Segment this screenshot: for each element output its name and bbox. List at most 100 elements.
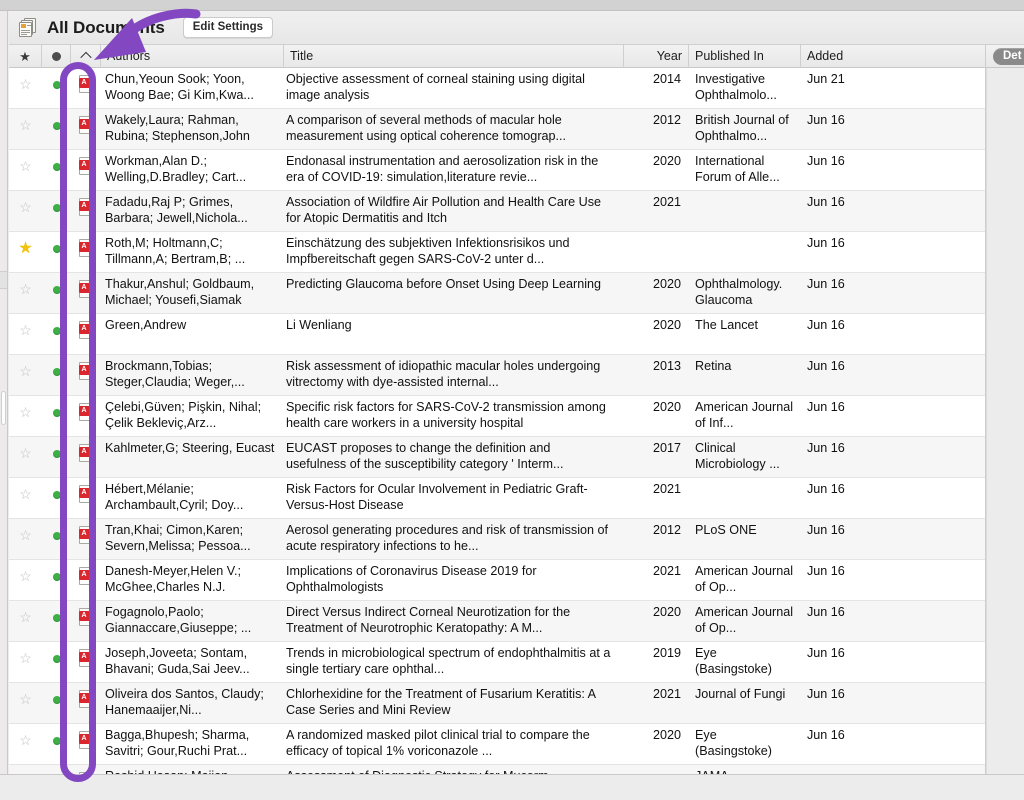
row-read-status[interactable] <box>42 601 71 641</box>
row-title: Association of Wildfire Air Pollution an… <box>284 191 624 231</box>
table-row[interactable]: ☆ A Çelebi,Güven; Pişkin, Nihal; Çelik Bek… <box>9 396 985 437</box>
sidebar-resize-handle[interactable] <box>1 391 6 425</box>
row-star-toggle[interactable]: ☆ <box>9 355 42 395</box>
table-row[interactable]: ☆ A Oliveira dos Santos, Claudy; Hanemaaij… <box>9 683 985 724</box>
row-read-status[interactable] <box>42 68 71 108</box>
column-header-authors[interactable]: Authors <box>101 45 284 68</box>
table-row[interactable]: ☆ A Fadadu,Raj P; Grimes, Barbara; Jewell,… <box>9 191 985 232</box>
row-added-text: Jun 16 <box>807 441 845 455</box>
row-read-status[interactable] <box>42 273 71 313</box>
row-star-toggle[interactable]: ☆ <box>9 642 42 682</box>
row-read-status[interactable] <box>42 642 71 682</box>
row-star-toggle[interactable]: ☆ <box>9 724 42 764</box>
row-star-toggle[interactable]: ☆ <box>9 314 42 354</box>
row-attachment[interactable]: A <box>71 150 101 190</box>
table-row[interactable]: ☆ A Wakely,Laura; Rahman, Rubina; Stephens… <box>9 109 985 150</box>
table-row[interactable]: ★ A Roth,M; Holtmann,C; Tillmann,A; Bertra… <box>9 232 985 273</box>
row-star-toggle[interactable]: ★ <box>9 232 42 272</box>
row-title: Implications of Coronavirus Disease 2019… <box>284 560 624 600</box>
row-added-text: Jun 16 <box>807 113 845 127</box>
column-header-year[interactable]: Year <box>624 45 689 68</box>
row-read-status[interactable] <box>42 683 71 723</box>
row-attachment[interactable]: A <box>71 437 101 477</box>
table-row[interactable]: ☆ A Bagga,Bhupesh; Sharma, Savitri; Gour,R… <box>9 724 985 765</box>
row-star-toggle[interactable]: ☆ <box>9 273 42 313</box>
row-star-toggle[interactable]: ☆ <box>9 68 42 108</box>
row-added-text: Jun 16 <box>807 318 845 332</box>
row-attachment[interactable]: A <box>71 314 101 354</box>
table-row[interactable]: ☆ A Joseph,Joveeta; Sontam, Bhavani; Guda,… <box>9 642 985 683</box>
column-header-title[interactable]: Title <box>284 45 624 68</box>
row-title: Endonasal instrumentation and aerosoliza… <box>284 150 624 190</box>
pdf-file-icon: A <box>78 526 94 544</box>
row-read-status[interactable] <box>42 437 71 477</box>
row-attachment[interactable]: A <box>71 519 101 559</box>
row-title-text: Specific risk factors for SARS-CoV-2 tra… <box>286 400 606 430</box>
row-star-toggle[interactable]: ☆ <box>9 478 42 518</box>
row-attachment[interactable]: A <box>71 191 101 231</box>
row-added-text: Jun 16 <box>807 236 845 250</box>
row-read-status[interactable] <box>42 478 71 518</box>
row-attachment[interactable]: A <box>71 68 101 108</box>
row-read-status[interactable] <box>42 191 71 231</box>
table-row[interactable]: ☆ A Thakur,Anshul; Goldbaum, Michael; Yous… <box>9 273 985 314</box>
table-row[interactable]: ☆ A Workman,Alan D.; Welling,D.Bradley; Ca… <box>9 150 985 191</box>
column-header-sort[interactable] <box>71 45 101 68</box>
table-row[interactable]: ☆ A Kahlmeter,G; Steering, Eucast EUCAST pr… <box>9 437 985 478</box>
row-title: Einschätzung des subjektiven Infektionsr… <box>284 232 624 272</box>
row-attachment[interactable]: A <box>71 109 101 149</box>
row-attachment[interactable]: A <box>71 273 101 313</box>
row-star-toggle[interactable]: ☆ <box>9 519 42 559</box>
row-attachment[interactable]: A <box>71 601 101 641</box>
row-read-status[interactable] <box>42 150 71 190</box>
table-row[interactable]: ☆ A Tran,Khai; Cimon,Karen; Severn,Melissa… <box>9 519 985 560</box>
tab-details[interactable]: Det <box>993 47 1024 65</box>
row-star-toggle[interactable]: ☆ <box>9 560 42 600</box>
table-row[interactable]: ☆ A Hébert,Mélanie; Archambault,Cyril; Doy… <box>9 478 985 519</box>
row-read-status[interactable] <box>42 109 71 149</box>
table-row[interactable]: ☆ A Green,Andrew Li Wenliang 2020 The Lancet J… <box>9 314 985 355</box>
star-filled-icon: ★ <box>18 240 33 257</box>
row-star-toggle[interactable]: ☆ <box>9 396 42 436</box>
row-attachment[interactable]: A <box>71 396 101 436</box>
row-star-toggle[interactable]: ☆ <box>9 437 42 477</box>
row-attachment[interactable]: A <box>71 642 101 682</box>
row-star-toggle[interactable]: ☆ <box>9 150 42 190</box>
row-attachment[interactable]: A <box>71 355 101 395</box>
row-star-toggle[interactable]: ☆ <box>9 191 42 231</box>
row-read-status[interactable] <box>42 314 71 354</box>
row-title-text: Direct Versus Indirect Corneal Neurotiza… <box>286 605 571 635</box>
column-header-published-in[interactable]: Published In <box>689 45 801 68</box>
row-read-status[interactable] <box>42 232 71 272</box>
row-read-status[interactable] <box>42 396 71 436</box>
row-added: Jun 16 <box>801 560 985 600</box>
row-read-status[interactable] <box>42 560 71 600</box>
row-authors-text: Green,Andrew <box>105 318 187 332</box>
row-attachment[interactable]: A <box>71 560 101 600</box>
row-attachment[interactable]: A <box>71 232 101 272</box>
table-row[interactable]: ☆ A Chun,Yeoun Sook; Yoon, Woong Bae; Gi K… <box>9 68 985 109</box>
row-year: 2021 <box>624 683 689 723</box>
row-star-toggle[interactable]: ☆ <box>9 683 42 723</box>
row-attachment[interactable]: A <box>71 683 101 723</box>
column-header-read-status[interactable] <box>42 45 71 68</box>
table-row[interactable]: ☆ A Fogagnolo,Paolo; Giannaccare,Giuseppe;… <box>9 601 985 642</box>
pdf-file-icon: A <box>78 444 94 462</box>
row-star-toggle[interactable]: ☆ <box>9 109 42 149</box>
row-read-status[interactable] <box>42 724 71 764</box>
row-read-status[interactable] <box>42 519 71 559</box>
table-row[interactable]: ☆ A Danesh-Meyer,Helen V.; McGhee,Charles … <box>9 560 985 601</box>
row-star-toggle[interactable]: ☆ <box>9 601 42 641</box>
row-authors: Wakely,Laura; Rahman, Rubina; Stephenson… <box>101 109 284 149</box>
table-row[interactable]: ☆ A Brockmann,Tobias; Steger,Claudia; Wege… <box>9 355 985 396</box>
edit-settings-button[interactable]: Edit Settings <box>182 17 273 38</box>
column-header-star[interactable]: ★ <box>9 45 42 68</box>
column-header-added[interactable]: Added <box>801 45 985 68</box>
row-title: Specific risk factors for SARS-CoV-2 tra… <box>284 396 624 436</box>
row-authors: Workman,Alan D.; Welling,D.Bradley; Cart… <box>101 150 284 190</box>
row-read-status[interactable] <box>42 355 71 395</box>
row-attachment[interactable]: A <box>71 478 101 518</box>
row-title-text: Trends in microbiological spectrum of en… <box>286 646 611 676</box>
row-title-text: Chlorhexidine for the Treatment of Fusar… <box>286 687 596 717</box>
row-attachment[interactable]: A <box>71 724 101 764</box>
